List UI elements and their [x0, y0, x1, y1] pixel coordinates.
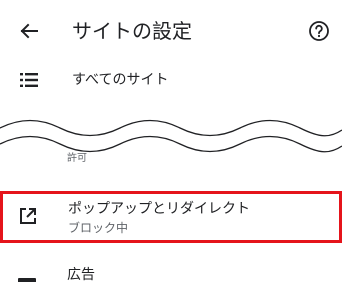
site-settings-screen: サイトの設定 すべてのサイト 許可 ポップアップとリダイレクト ブロック中 広告: [0, 0, 342, 282]
ads-label: 広告: [67, 267, 95, 282]
popups-redirects-status: ブロック中: [68, 221, 129, 235]
ads-row[interactable]: 広告: [0, 258, 342, 282]
back-button[interactable]: [12, 16, 46, 46]
help-circle-icon: [309, 21, 329, 41]
open-in-new-icon: [20, 208, 36, 224]
all-sites-label: すべてのサイト: [72, 72, 169, 88]
torn-edge-divider: [0, 119, 342, 153]
help-button[interactable]: [306, 18, 332, 44]
popups-redirects-row[interactable]: ポップアップとリダイレクト ブロック中: [0, 191, 342, 243]
arrow-back-icon: [20, 23, 38, 39]
all-sites-row[interactable]: すべてのサイト: [0, 62, 342, 102]
ads-icon: [18, 278, 36, 282]
list-icon: [20, 73, 38, 87]
popups-redirects-title: ポップアップとリダイレクト: [68, 201, 250, 217]
app-bar: サイトの設定: [0, 0, 342, 62]
page-title: サイトの設定: [72, 19, 192, 43]
section-header-allowed: 許可: [67, 153, 87, 164]
